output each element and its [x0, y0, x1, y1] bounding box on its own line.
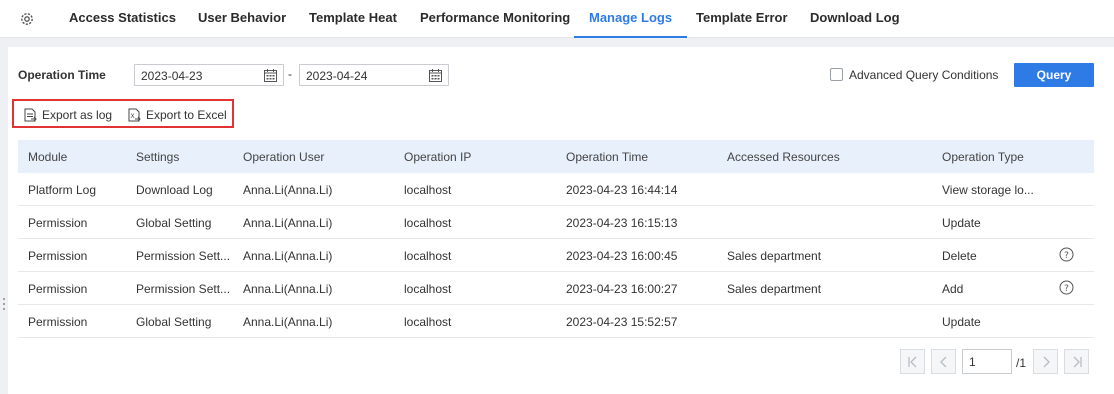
- cell-type: View storage lo...: [942, 183, 1034, 197]
- next-page-button[interactable]: [1033, 349, 1058, 374]
- tab-access-statistics[interactable]: Access Statistics: [69, 0, 176, 38]
- cell-ip: localhost: [404, 315, 452, 329]
- cell-settings: Permission Sett...: [136, 282, 231, 296]
- cell-ip: localhost: [404, 183, 452, 197]
- table-row[interactable]: Permission Global Setting Anna.Li(Anna.L…: [18, 206, 1094, 239]
- advanced-query-checkbox[interactable]: [830, 68, 843, 81]
- export-log-icon[interactable]: [23, 108, 37, 122]
- table-header: Module Settings Operation User Operation…: [18, 140, 1094, 173]
- gear-icon[interactable]: [19, 11, 35, 27]
- cell-settings: Download Log: [136, 183, 213, 197]
- prev-page-button[interactable]: [931, 349, 956, 374]
- tab-template-error[interactable]: Template Error: [696, 0, 788, 38]
- table-row[interactable]: Permission Global Setting Anna.Li(Anna.L…: [18, 305, 1094, 338]
- column-header-operation-type: Operation Type: [942, 150, 1024, 164]
- cell-user: Anna.Li(Anna.Li): [243, 282, 333, 296]
- date-separator: -: [288, 67, 292, 81]
- export-to-excel-button[interactable]: Export to Excel: [146, 108, 227, 122]
- cell-settings: Global Setting: [136, 216, 212, 230]
- first-page-button[interactable]: [900, 349, 925, 374]
- cell-user: Anna.Li(Anna.Li): [243, 216, 333, 230]
- last-page-icon: [1073, 356, 1082, 368]
- svg-text:?: ?: [1064, 284, 1069, 294]
- operation-time-label: Operation Time: [18, 68, 106, 82]
- chevron-right-icon: [1043, 356, 1050, 368]
- cell-resources: Sales department: [727, 282, 822, 296]
- last-page-button[interactable]: [1064, 349, 1089, 374]
- tab-template-heat[interactable]: Template Heat: [309, 0, 397, 38]
- cell-module: Permission: [28, 249, 88, 263]
- cell-type: Update: [942, 216, 981, 230]
- cell-type: Update: [942, 315, 981, 329]
- column-header-accessed-resources: Accessed Resources: [727, 150, 840, 164]
- help-circle-icon[interactable]: ?: [1059, 247, 1074, 262]
- column-header-operation-ip: Operation IP: [404, 150, 472, 164]
- cell-ip: localhost: [404, 216, 452, 230]
- page-total: /1: [1016, 356, 1027, 370]
- column-header-settings: Settings: [136, 150, 180, 164]
- calendar-icon[interactable]: [264, 69, 277, 82]
- top-tab-bar: Access Statistics User Behavior Template…: [0, 0, 1114, 38]
- tab-download-log[interactable]: Download Log: [810, 0, 900, 38]
- cell-time: 2023-04-23 16:15:13: [566, 216, 678, 230]
- cell-time: 2023-04-23 15:52:57: [566, 315, 678, 329]
- start-date-field[interactable]: 2023-04-23: [134, 64, 284, 86]
- table-row[interactable]: Permission Permission Sett... Anna.Li(An…: [18, 272, 1094, 305]
- first-page-icon: [908, 356, 917, 368]
- cell-module: Permission: [28, 282, 88, 296]
- end-date-field[interactable]: 2023-04-24: [299, 64, 449, 86]
- tab-performance-monitoring[interactable]: Performance Monitoring: [420, 0, 570, 38]
- cell-time: 2023-04-23 16:00:45: [566, 249, 678, 263]
- start-date-value: 2023-04-23: [141, 69, 203, 83]
- cell-user: Anna.Li(Anna.Li): [243, 315, 333, 329]
- help-circle-icon[interactable]: ?: [1059, 280, 1074, 295]
- cell-module: Permission: [28, 216, 88, 230]
- calendar-icon[interactable]: [429, 69, 442, 82]
- export-actions: Export as log X Export to Excel: [12, 99, 234, 128]
- query-button[interactable]: Query: [1014, 63, 1094, 87]
- svg-text:X: X: [131, 113, 135, 120]
- page-number-input[interactable]: [962, 349, 1012, 374]
- advanced-query-label[interactable]: Advanced Query Conditions: [849, 68, 998, 82]
- cell-module: Permission: [28, 315, 88, 329]
- cell-settings: Permission Sett...: [136, 249, 231, 263]
- column-header-module: Module: [28, 150, 68, 164]
- tab-user-behavior[interactable]: User Behavior: [198, 0, 286, 38]
- cell-user: Anna.Li(Anna.Li): [243, 249, 333, 263]
- table-row[interactable]: Platform Log Download Log Anna.Li(Anna.L…: [18, 173, 1094, 206]
- cell-resources: Sales department: [727, 249, 822, 263]
- cell-ip: localhost: [404, 249, 452, 263]
- column-header-operation-time: Operation Time: [566, 150, 649, 164]
- export-as-log-button[interactable]: Export as log: [42, 108, 112, 122]
- cell-user: Anna.Li(Anna.Li): [243, 183, 333, 197]
- cell-ip: localhost: [404, 282, 452, 296]
- end-date-value: 2023-04-24: [306, 69, 368, 83]
- table-row[interactable]: Permission Permission Sett... Anna.Li(An…: [18, 239, 1094, 272]
- tab-manage-logs[interactable]: Manage Logs: [574, 0, 688, 38]
- cell-time: 2023-04-23 16:44:14: [566, 183, 678, 197]
- svg-text:?: ?: [1064, 251, 1069, 261]
- drag-handle-icon[interactable]: [2, 297, 6, 311]
- chevron-left-icon: [940, 356, 947, 368]
- cell-settings: Global Setting: [136, 315, 212, 329]
- cell-time: 2023-04-23 16:00:27: [566, 282, 678, 296]
- cell-type: Delete: [942, 249, 977, 263]
- column-header-operation-user: Operation User: [243, 150, 325, 164]
- export-excel-icon[interactable]: X: [127, 108, 141, 122]
- cell-module: Platform Log: [28, 183, 97, 197]
- cell-type: Add: [942, 282, 964, 296]
